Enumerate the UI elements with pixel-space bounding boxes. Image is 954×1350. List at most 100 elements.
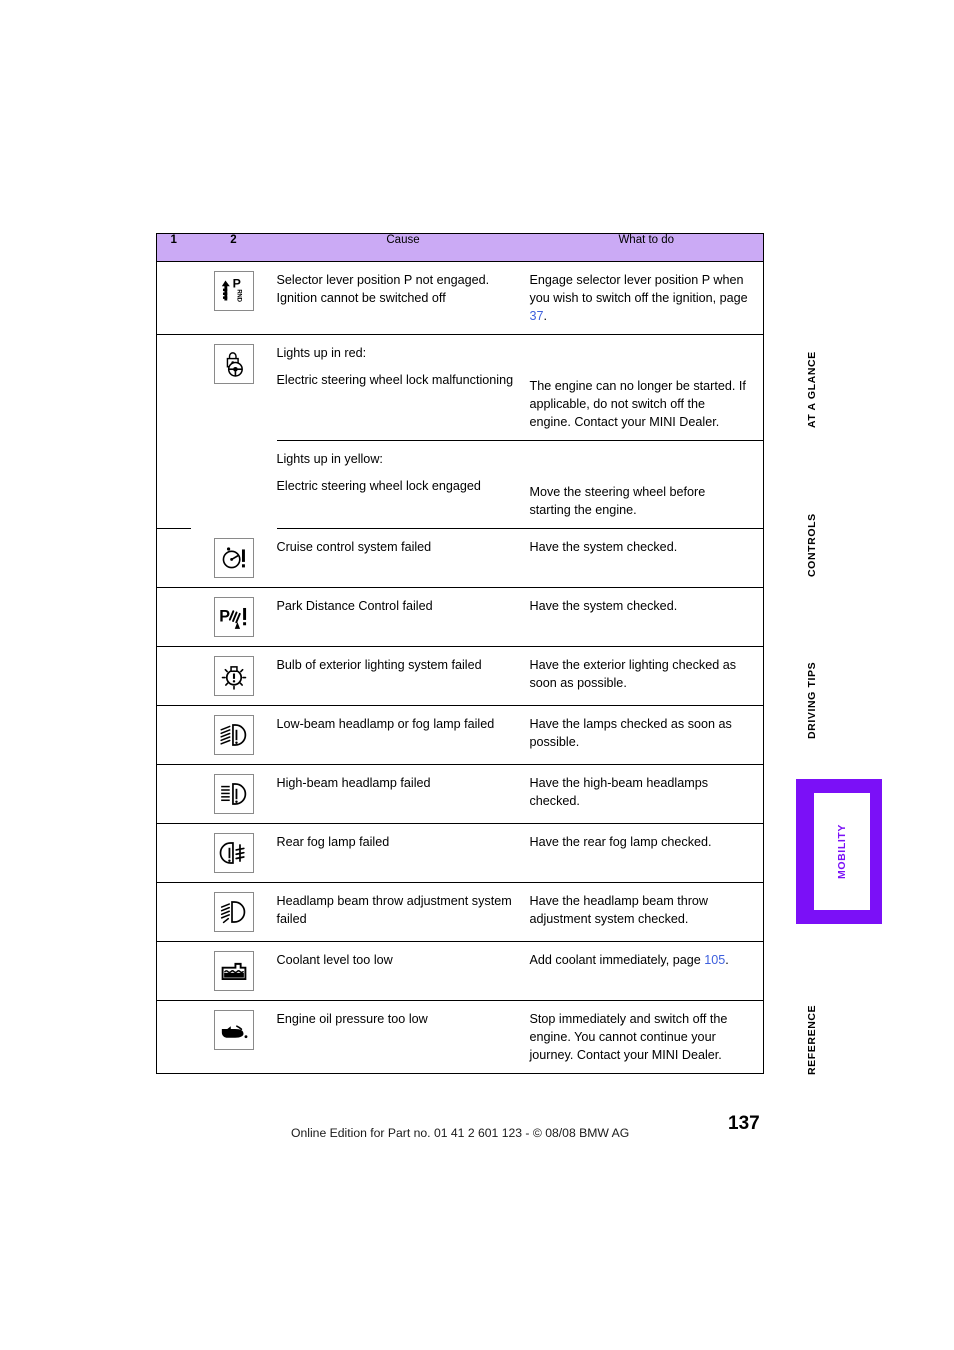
svg-text:P: P xyxy=(219,607,230,625)
svg-text:D: D xyxy=(235,298,241,303)
row-what-cell: Engage selector lever position P when yo… xyxy=(529,261,764,335)
row-cause-cell: Park Distance Control failed xyxy=(276,587,530,647)
row-num-cell xyxy=(156,764,191,824)
row-icon-cell xyxy=(190,1000,277,1074)
steering-wheel-lock-icon xyxy=(213,344,254,384)
coolant-level-icon xyxy=(213,950,254,991)
cause-text: Headlamp beam throw adjustment system fa… xyxy=(276,893,512,926)
row-what-cell: Have the lamps checked as soon as possib… xyxy=(529,705,764,765)
table-row: Headlamp beam throw adjustment system fa… xyxy=(156,882,764,942)
table-row: Low-beam headlamp or fog lamp failed Hav… xyxy=(156,705,764,765)
row-what-cell: Have the rear fog lamp checked. xyxy=(529,823,764,883)
page-reference-link[interactable]: 105 xyxy=(704,953,725,967)
cause-text: Electric steering wheel lock malfunction… xyxy=(276,373,514,387)
cause-text: Low-beam headlamp or fog lamp failed xyxy=(276,716,495,731)
row-what-cell: The engine can no longer be started. If … xyxy=(529,334,764,441)
row-what-cell: Have the high-beam headlamps checked. xyxy=(529,764,764,824)
table-row: P Park Distance Control failed Have the … xyxy=(156,587,764,647)
page-reference-link[interactable]: 37 xyxy=(530,309,544,323)
what-to-do-text: Have the lamps checked as soon as possib… xyxy=(529,716,732,749)
exterior-bulb-icon xyxy=(213,655,254,696)
side-tab-driving-tips[interactable]: DRIVING TIPS xyxy=(806,640,836,760)
what-to-do-text: Have the headlamp beam throw adjustment … xyxy=(529,893,709,926)
row-icon-cell xyxy=(190,705,277,765)
row-icon-cell xyxy=(190,941,277,1001)
side-tab-mobility-active[interactable]: MOBILITY xyxy=(796,779,882,924)
table-row: Coolant level too low Add coolant immedi… xyxy=(156,941,764,1001)
row-cause-cell: Lights up in red: Electric steering whee… xyxy=(277,335,530,441)
table-row: Rear fog lamp failed Have the rear fog l… xyxy=(156,823,764,883)
cruise-control-icon xyxy=(213,537,254,578)
what-to-do-text: Have the rear fog lamp checked. xyxy=(529,834,712,849)
header-col-2: 2 xyxy=(190,233,277,262)
cause-text: Cruise control system failed xyxy=(276,540,432,554)
header-col-1: 1 xyxy=(156,233,191,262)
row-cause-cell: Lights up in yellow: Electric steering w… xyxy=(276,440,530,529)
what-to-do-text: Have the system checked. xyxy=(529,598,678,613)
row-icon-cell: P R N D xyxy=(190,261,277,335)
row-icon-cell: P xyxy=(190,587,277,647)
headlamp-beam-throw-icon xyxy=(213,891,254,932)
row-cause-cell: Bulb of exterior lighting system failed xyxy=(276,646,530,706)
row-icon-cell xyxy=(190,528,277,588)
row-cause-cell: Rear fog lamp failed xyxy=(276,823,530,883)
row-num-cell xyxy=(156,646,191,706)
row-num-cell xyxy=(156,587,191,647)
row-what-cell: Have the headlamp beam throw adjustment … xyxy=(529,882,764,942)
row-icon-cell xyxy=(190,823,277,883)
what-to-do-text-pre: Engage selector lever position P when yo… xyxy=(529,273,748,305)
side-tab-at-a-glance[interactable]: AT A GLANCE xyxy=(806,330,836,450)
side-tab-reference[interactable]: REFERENCE xyxy=(806,980,836,1100)
what-to-do-text: Engage selector lever position P when yo… xyxy=(530,262,764,334)
cause-text: Selector lever position P not engaged. I… xyxy=(276,273,490,305)
what-to-do-text-pre: Add coolant immediately, page xyxy=(529,952,705,967)
row-num-cell xyxy=(156,1000,191,1074)
row-num-cell xyxy=(156,261,191,335)
cause-text: Engine oil pressure too low xyxy=(276,1011,428,1026)
selector-lever-prnd-icon: P R N D xyxy=(213,271,254,311)
row-num-cell xyxy=(156,528,191,588)
rear-fog-lamp-icon xyxy=(213,832,254,873)
row-cause-cell: High-beam headlamp failed xyxy=(276,764,530,824)
row-num-cell xyxy=(156,823,191,883)
row-what-cell: Have the exterior lighting checked as so… xyxy=(529,646,764,706)
what-to-do-text: Move the steering wheel before starting … xyxy=(529,485,706,517)
row-cause-cell: Cruise control system failed xyxy=(276,528,530,588)
footer-edition-note: Online Edition for Part no. 01 41 2 601 … xyxy=(291,1126,630,1140)
page-number: 137 xyxy=(728,1113,760,1134)
row-cause-cell: Coolant level too low xyxy=(276,941,530,1001)
side-tab-mobility-label: MOBILITY xyxy=(836,824,848,879)
table-row: Lights up in red: Electric steering whee… xyxy=(156,334,764,441)
row-what-cell: Add coolant immediately, page 105. xyxy=(529,941,764,1001)
what-to-do-text-post: . xyxy=(543,309,548,323)
warning-lamps-table: 1 2 Cause What to do P R N D Selector le… xyxy=(156,233,764,1074)
what-to-do-text: Add coolant immediately, page 105. xyxy=(530,942,764,978)
cause-text: Electric steering wheel lock engaged xyxy=(276,479,481,493)
row-cause-cell: Low-beam headlamp or fog lamp failed xyxy=(276,705,530,765)
table-row: Bulb of exterior lighting system failed … xyxy=(156,646,764,706)
what-to-do-text: Have the exterior lighting checked as so… xyxy=(529,657,737,690)
what-to-do-text: Have the high-beam headlamps checked. xyxy=(529,775,709,808)
what-to-do-text: Stop immediately and switch off the engi… xyxy=(529,1011,728,1062)
low-beam-headlamp-icon xyxy=(213,714,254,755)
row-cause-cell: Selector lever position P not engaged. I… xyxy=(276,261,530,335)
table-row: Cruise control system failed Have the sy… xyxy=(156,528,764,588)
row-num-cell xyxy=(156,941,191,1001)
cause-heading: Lights up in yellow: xyxy=(276,452,383,466)
row-num-cell xyxy=(156,882,191,942)
park-distance-control-icon: P xyxy=(213,596,254,637)
row-what-cell: Stop immediately and switch off the engi… xyxy=(529,1000,764,1074)
table-row: High-beam headlamp failed Have the high-… xyxy=(156,764,764,824)
table-header-row: 1 2 Cause What to do xyxy=(156,233,764,262)
cause-text: Rear fog lamp failed xyxy=(276,834,390,849)
row-cause-cell: Headlamp beam throw adjustment system fa… xyxy=(276,882,530,942)
row-what-cell: Have the system checked. xyxy=(529,587,764,647)
cause-text: Park Distance Control failed xyxy=(276,598,433,613)
row-cause-cell: Engine oil pressure too low xyxy=(276,1000,530,1074)
table-row: P R N D Selector lever position P not en… xyxy=(156,261,764,335)
cause-heading: Lights up in red: xyxy=(276,346,367,360)
row-num-cell xyxy=(156,440,191,529)
header-what-to-do: What to do xyxy=(529,233,764,262)
side-tab-controls[interactable]: CONTROLS xyxy=(806,490,836,600)
row-icon-cell xyxy=(190,882,277,942)
